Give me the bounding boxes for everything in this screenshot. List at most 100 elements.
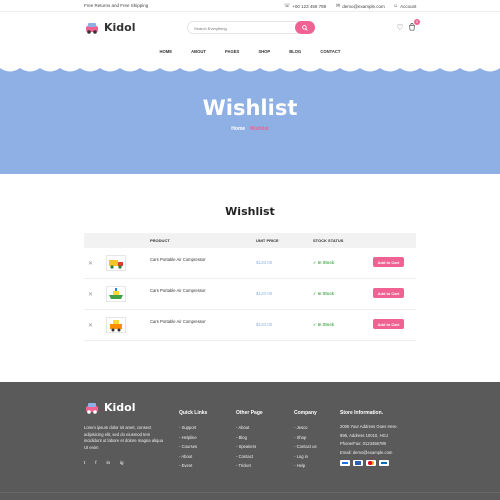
visa-icon [353, 460, 363, 467]
wishlist-table: PRODUCT UNIT PRICE STOCK STATUS ✕ Cars P… [84, 233, 416, 341]
phone-text: +00 123 456 789 [292, 3, 327, 9]
stock-status: ✓ In Stock [313, 260, 334, 265]
table-row: ✕ Cars Portable Air Compressor $120.00 ✓… [84, 310, 416, 341]
footer-link[interactable]: - Support [179, 423, 207, 433]
nav-pages[interactable]: PAGES [225, 46, 239, 58]
promo-text: Free Returns and Free Shipping [84, 3, 149, 8]
col-product: PRODUCT [150, 238, 170, 243]
footer-link[interactable]: - Event [179, 461, 207, 471]
stock-text: In Stock [317, 291, 334, 296]
footer-quick-links: Quick Links - Support - Helpline - Cours… [179, 410, 207, 471]
linkedin-icon[interactable]: in [107, 460, 111, 465]
stock-status: ✓ In Stock [313, 291, 334, 296]
product-name[interactable]: Cars Portable Air Compressor [150, 319, 206, 324]
store-phone: Phone/Fax: 0123456789 [340, 441, 386, 447]
product-price: $120.00 [256, 322, 273, 327]
product-name[interactable]: Cars Portable Air Compressor [150, 257, 206, 262]
add-to-cart-button[interactable]: Add to Cart [373, 257, 404, 267]
nav-contact[interactable]: CONTACT [320, 46, 340, 58]
nav-about[interactable]: ABOUT [191, 46, 206, 58]
footer-about-text: Lorem ipsum dolor sit amet, consect adip… [84, 425, 163, 450]
wave-border [0, 62, 500, 72]
breadcrumb: Home Wishlist [0, 126, 500, 132]
footer-col-title: Other Page [236, 410, 263, 416]
footer-col-title: Quick Links [179, 410, 208, 416]
remove-icon[interactable]: ✕ [88, 322, 93, 329]
paypal-icon [340, 460, 350, 467]
main-nav: HOME ABOUT PAGES SHOP BLOG CONTACT [0, 46, 500, 58]
footer-link[interactable]: - Speakers [236, 442, 263, 452]
footer-link[interactable]: - About [236, 423, 263, 433]
product-thumbnail[interactable] [106, 317, 126, 333]
search-box [187, 21, 315, 34]
header: Kidol ♡ 0 [0, 13, 500, 43]
toy-car-icon [110, 320, 122, 332]
stock-status: ✓ In Stock [313, 322, 334, 327]
footer-bottom-bar [0, 492, 500, 500]
facebook-icon[interactable]: f [95, 460, 96, 465]
footer-link[interactable]: - Contact [236, 452, 263, 462]
stock-text: In Stock [317, 322, 334, 327]
cart-count-badge: 0 [414, 19, 420, 25]
user-icon: ☺ [393, 3, 399, 9]
footer-link[interactable]: - Helpline [179, 433, 207, 443]
account-link[interactable]: ☺ Account [393, 3, 416, 9]
footer-link[interactable]: - Contact us [294, 442, 317, 452]
store-address-2: 896, Address 10010, HGJ [340, 432, 388, 438]
nav-blog[interactable]: BLOG [289, 46, 301, 58]
footer-company: Company - Jesco - Shop - Contact us - Lo… [294, 410, 317, 471]
logo-icon [86, 23, 98, 34]
logo[interactable]: Kidol [84, 20, 136, 34]
footer-logo-text: Kidol [104, 400, 136, 414]
product-thumbnail[interactable] [106, 255, 126, 271]
add-to-cart-button[interactable]: Add to Cart [373, 288, 404, 298]
product-price: $120.00 [256, 260, 273, 265]
email-link[interactable]: ✉ demo@example.com [336, 3, 385, 9]
wishlist-heading: Wishlist [225, 205, 275, 218]
footer-col-title: Company [294, 410, 317, 416]
heart-icon[interactable]: ♡ [395, 22, 405, 32]
add-to-cart-button[interactable]: Add to Cart [373, 319, 404, 329]
product-price: $120.00 [256, 291, 273, 296]
col-unit-price: UNIT PRICE [256, 238, 279, 243]
amex-icon [379, 460, 389, 467]
banner-title: Wishlist [202, 96, 298, 120]
nav-home[interactable]: HOME [160, 46, 173, 58]
instagram-icon[interactable]: ig [120, 460, 124, 465]
footer-link[interactable]: - Courses [179, 442, 207, 452]
table-row: ✕ Cars Portable Air Compressor $120.00 ✓… [84, 279, 416, 310]
mastercard-icon [366, 460, 376, 467]
cart-icon[interactable]: 0 [407, 19, 420, 32]
logo-icon [86, 403, 98, 414]
table-header: PRODUCT UNIT PRICE STOCK STATUS [84, 233, 416, 248]
top-bar: Free Returns and Free Shipping ☏ +00 123… [0, 0, 500, 12]
product-thumbnail[interactable] [106, 286, 126, 302]
footer-link[interactable]: - Help [294, 461, 317, 471]
nav-shop[interactable]: SHOP [258, 46, 270, 58]
payment-methods [340, 460, 420, 467]
twitter-icon[interactable]: t [84, 460, 85, 465]
footer-store-info: Store Information. 2005 Your Address Goe… [340, 410, 420, 467]
footer: Kidol Lorem ipsum dolor sit amet, consec… [0, 382, 500, 500]
phone-icon: ☏ [284, 3, 291, 9]
footer-link[interactable]: - Tricket [236, 461, 263, 471]
remove-icon[interactable]: ✕ [88, 260, 93, 267]
breadcrumb-current: Wishlist [249, 126, 269, 132]
logo-text: Kidol [104, 20, 136, 34]
footer-link[interactable]: - Jesco [294, 423, 317, 433]
store-email: Email: demo@example.com [340, 449, 393, 455]
phone-link[interactable]: ☏ +00 123 456 789 [284, 3, 326, 9]
product-name[interactable]: Cars Portable Air Compressor [150, 288, 206, 293]
search-button[interactable] [295, 21, 315, 34]
footer-link[interactable]: - Blog [236, 433, 263, 443]
search-input[interactable] [194, 23, 290, 33]
stock-text: In Stock [317, 260, 334, 265]
toy-boat-icon [109, 288, 123, 299]
footer-logo[interactable]: Kidol [84, 400, 136, 414]
breadcrumb-home[interactable]: Home [231, 126, 245, 132]
account-text: Account [400, 3, 417, 9]
footer-link[interactable]: - Log in [294, 452, 317, 462]
footer-link[interactable]: - About [179, 452, 207, 462]
remove-icon[interactable]: ✕ [88, 291, 93, 298]
footer-link[interactable]: - Shop [294, 433, 317, 443]
